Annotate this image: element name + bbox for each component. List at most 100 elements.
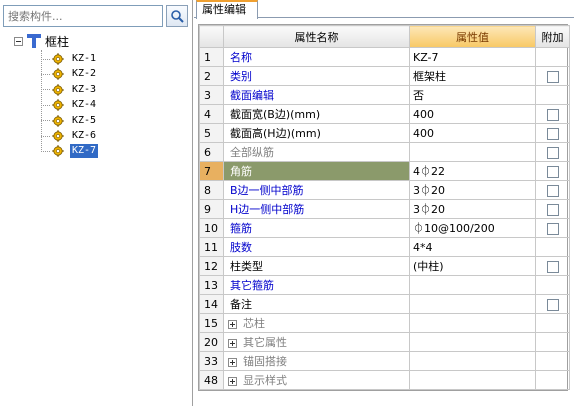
expand-icon[interactable]	[228, 357, 237, 367]
property-row[interactable]: 3 截面编辑否	[199, 85, 570, 105]
property-value[interactable]	[409, 370, 536, 390]
property-name[interactable]: H边一侧中部筋	[223, 199, 410, 219]
column-header-name[interactable]: 属性名称	[223, 25, 410, 48]
extra-checkbox[interactable]	[546, 222, 559, 235]
property-name[interactable]: 类别	[223, 66, 410, 86]
property-value[interactable]	[409, 275, 536, 295]
property-row[interactable]: 5 截面高(H边)(mm) 400	[199, 123, 570, 143]
tree-item[interactable]: KZ-7	[41, 143, 99, 159]
tab-strip: 属性编辑	[194, 0, 574, 19]
tree-item[interactable]: KZ-5	[41, 113, 98, 129]
tree-item-label: KZ-7	[70, 144, 99, 159]
property-name[interactable]: 名称	[223, 47, 410, 67]
property-row[interactable]: 7 角筋 4⏀22	[199, 161, 570, 181]
property-name[interactable]: 截面高(H边)(mm)	[223, 123, 410, 143]
extra-checkbox[interactable]	[546, 146, 559, 159]
property-name[interactable]: 备注	[223, 294, 410, 314]
property-row[interactable]: 48 显示样式	[199, 370, 570, 390]
property-name[interactable]: 柱类型	[223, 256, 410, 276]
expand-icon[interactable]	[228, 338, 237, 348]
extra-checkbox[interactable]	[546, 203, 559, 216]
tree-item[interactable]: KZ-2	[41, 66, 98, 82]
property-value[interactable]	[409, 294, 536, 314]
property-group-label: 锚固搭接	[243, 355, 287, 368]
row-number: 48	[199, 370, 224, 390]
property-name[interactable]: 全部纵筋	[223, 142, 410, 162]
property-row[interactable]: 15 芯柱	[199, 313, 570, 333]
property-value[interactable]	[409, 351, 536, 371]
tree-root-label: 框柱	[45, 34, 70, 49]
property-value[interactable]: 4⏀22	[409, 161, 536, 181]
property-value[interactable]: 400	[409, 123, 536, 143]
property-value[interactable]: 3⏀20	[409, 199, 536, 219]
property-value[interactable]	[409, 313, 536, 333]
property-panel: 属性编辑 属性名称 属性值 附加 1 名称 KZ-7 2 类别 框架柱 3 截面编辑否 4 截面宽…	[194, 0, 574, 406]
property-name[interactable]: B边一侧中部筋	[223, 180, 410, 200]
property-name[interactable]: 截面编辑	[223, 85, 410, 105]
tree-item[interactable]: KZ-3	[41, 82, 98, 98]
property-name[interactable]: 肢数	[223, 237, 410, 257]
property-name[interactable]: 截面宽(B边)(mm)	[223, 104, 410, 124]
tree-item[interactable]: KZ-4	[41, 97, 98, 113]
property-row[interactable]: 12 柱类型 (中柱)	[199, 256, 570, 276]
collapse-icon[interactable]	[14, 36, 23, 46]
tree-item-label: KZ-3	[72, 83, 97, 95]
column-header-value[interactable]: 属性值	[409, 25, 536, 48]
property-group[interactable]: 锚固搭接	[223, 351, 410, 371]
row-number: 2	[199, 66, 224, 86]
property-row[interactable]: 13 其它箍筋	[199, 275, 570, 295]
property-value[interactable]: 框架柱	[409, 66, 536, 86]
property-row[interactable]: 20 其它属性	[199, 332, 570, 352]
property-name[interactable]: 箍筋	[223, 218, 410, 238]
property-value[interactable]	[409, 332, 536, 352]
property-row[interactable]: 11 肢数 4*4	[199, 237, 570, 257]
property-row[interactable]: 8 B边一侧中部筋 3⏀20	[199, 180, 570, 200]
property-row[interactable]: 14 备注	[199, 294, 570, 314]
grid-header-row: 属性名称 属性值 附加	[199, 25, 570, 48]
property-row[interactable]: 2 类别 框架柱	[199, 66, 570, 86]
tree-item[interactable]: KZ-1	[41, 51, 98, 67]
property-row[interactable]: 10 箍筋 ⏀10@100/200	[199, 218, 570, 238]
property-value[interactable]	[409, 142, 536, 162]
column-header-extra[interactable]: 附加	[535, 25, 570, 48]
extra-checkbox[interactable]	[546, 298, 559, 311]
tree-item-label: KZ-5	[72, 114, 97, 126]
extra-checkbox[interactable]	[546, 165, 559, 178]
property-group[interactable]: 其它属性	[223, 332, 410, 352]
expand-icon[interactable]	[228, 319, 237, 329]
gear-icon	[52, 130, 70, 142]
property-value[interactable]: ⏀10@100/200	[409, 218, 536, 238]
property-row[interactable]: 33 锚固搭接	[199, 351, 570, 371]
property-value[interactable]: (中柱)	[409, 256, 536, 276]
expand-icon[interactable]	[228, 376, 237, 386]
property-value[interactable]: 4*4	[409, 237, 536, 257]
property-value[interactable]: 否	[409, 85, 536, 105]
extra-checkbox[interactable]	[546, 127, 559, 140]
property-row[interactable]: 6 全部纵筋	[199, 142, 570, 162]
extra-checkbox[interactable]	[546, 184, 559, 197]
search-button[interactable]	[166, 5, 188, 27]
gear-icon	[52, 84, 70, 96]
tree-item[interactable]: KZ-6	[41, 128, 98, 144]
extra-cell	[535, 47, 570, 67]
property-name[interactable]: 其它箍筋	[223, 275, 410, 295]
property-row[interactable]: 9 H边一侧中部筋 3⏀20	[199, 199, 570, 219]
property-name[interactable]: 角筋	[223, 161, 410, 181]
property-row[interactable]: 4 截面宽(B边)(mm) 400	[199, 104, 570, 124]
extra-checkbox[interactable]	[546, 108, 559, 121]
property-row[interactable]: 1 名称 KZ-7	[199, 47, 570, 67]
property-value[interactable]: 3⏀20	[409, 180, 536, 200]
tab-property-edit[interactable]: 属性编辑	[196, 0, 258, 19]
extra-cell	[535, 256, 570, 276]
extra-checkbox[interactable]	[546, 70, 559, 83]
property-value[interactable]: 400	[409, 104, 536, 124]
row-number: 33	[199, 351, 224, 371]
extra-checkbox[interactable]	[546, 260, 559, 273]
extra-cell	[535, 237, 570, 257]
property-value[interactable]: KZ-7	[409, 47, 536, 67]
extra-cell	[535, 218, 570, 238]
property-group[interactable]: 芯柱	[223, 313, 410, 333]
search-input[interactable]	[3, 5, 163, 27]
property-group[interactable]: 显示样式	[223, 370, 410, 390]
tree-root-node[interactable]: 框柱	[14, 32, 69, 50]
